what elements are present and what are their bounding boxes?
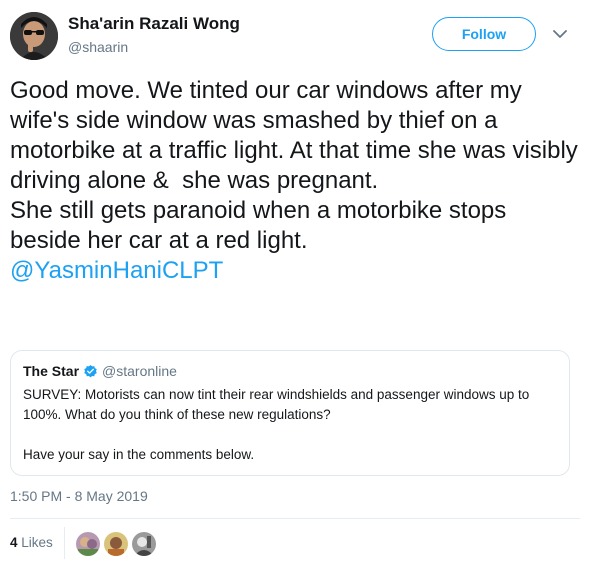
author-avatar[interactable] — [10, 12, 58, 60]
likes-number: 4 — [10, 535, 18, 550]
liker-avatar[interactable] — [132, 532, 156, 556]
follow-button[interactable]: Follow — [432, 17, 536, 51]
liker-avatar[interactable] — [76, 532, 100, 556]
quoted-tweet-text: SURVEY: Motorists can now tint their rea… — [23, 387, 530, 462]
quoted-author-handle: @staronline — [102, 363, 177, 379]
mention-link[interactable]: @YasminHaniCLPT — [10, 257, 223, 284]
quoted-tweet[interactable]: The Star @staronline SURVEY: Motorists c… — [10, 350, 570, 476]
chevron-down-icon[interactable] — [550, 24, 570, 44]
likes-label: Likes — [21, 535, 53, 550]
quoted-author-name: The Star — [23, 363, 80, 379]
tweet-text: Good move. We tinted our car windows aft… — [10, 76, 582, 286]
author-name[interactable]: Sha'arin Razali Wong — [68, 14, 240, 34]
author-handle[interactable]: @shaarin — [68, 39, 128, 55]
liker-avatar[interactable] — [104, 532, 128, 556]
likes-separator — [64, 527, 65, 559]
tweet-paragraph: She still gets paranoid when a motorbike… — [10, 197, 513, 254]
tweet-timestamp[interactable]: 1:50 PM - 8 May 2019 — [10, 488, 148, 504]
verified-badge-icon — [83, 364, 98, 379]
divider — [10, 518, 580, 519]
tweet-paragraph: Good move. We tinted our car windows aft… — [10, 77, 585, 194]
likes-count[interactable]: 4 Likes — [10, 535, 53, 550]
